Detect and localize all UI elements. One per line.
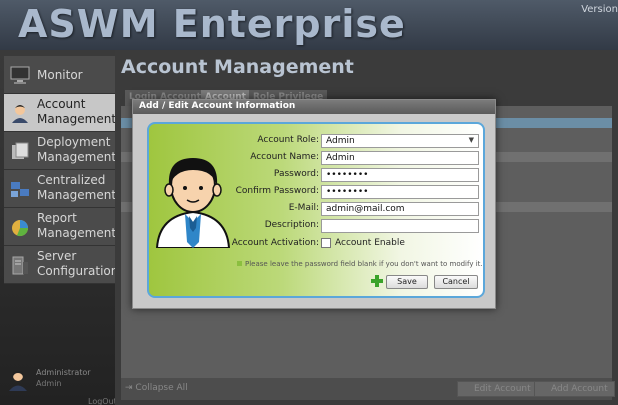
bullet-icon bbox=[237, 261, 242, 266]
account-name-field[interactable]: Admin bbox=[321, 151, 479, 165]
account-name-row: Account Name: Admin bbox=[209, 151, 479, 166]
avatar bbox=[9, 370, 27, 391]
version-label: Version bbox=[581, 4, 618, 15]
list-footer: ⇥ Collapse All Edit Account Add Account bbox=[121, 378, 615, 400]
sidebar-item-server-configuration[interactable]: Server Configuration bbox=[4, 246, 119, 284]
sidebar-item-report-management[interactable]: Report Management bbox=[4, 208, 117, 246]
password-row: Password: •••••••• bbox=[209, 168, 479, 183]
cancel-button[interactable]: Cancel bbox=[434, 275, 478, 289]
sidebar-item-deployment-management[interactable]: Deployment Management bbox=[4, 132, 117, 170]
sidebar-item-label: Account Management bbox=[37, 97, 117, 126]
account-activation-row: Account Activation: Account Enable bbox=[209, 237, 479, 252]
account-enable-checkbox[interactable] bbox=[321, 238, 331, 248]
user-name: Administrator bbox=[36, 368, 91, 377]
logout-link[interactable]: LogOut bbox=[88, 397, 117, 405]
sidebar-item-label: Centralized Management bbox=[37, 173, 117, 202]
email-label: E-Mail: bbox=[288, 203, 319, 213]
password-label: Password: bbox=[273, 169, 319, 179]
collapse-all-button[interactable]: ⇥ Collapse All bbox=[125, 383, 188, 393]
account-dialog: Add / Edit Account Information Account R… bbox=[132, 99, 496, 309]
account-role-row: Account Role: Admin ▼ bbox=[209, 134, 479, 149]
sidebar-item-label: Server Configuration bbox=[37, 249, 119, 278]
sidebar-item-centralized-management[interactable]: Centralized Management bbox=[4, 170, 117, 208]
account-role-select[interactable]: Admin ▼ bbox=[321, 134, 479, 148]
password-hint: Please leave the password field blank if… bbox=[237, 260, 483, 268]
sidebar-item-label: Monitor bbox=[37, 68, 83, 82]
centralized-icon bbox=[11, 182, 29, 197]
email-row: E-Mail: admin@mail.com bbox=[209, 202, 479, 217]
page-title: Account Management bbox=[121, 56, 354, 78]
dialog-title: Add / Edit Account Information bbox=[133, 100, 495, 114]
edit-account-button[interactable]: Edit Account bbox=[457, 381, 538, 397]
chevron-down-icon: ▼ bbox=[468, 136, 474, 144]
confirm-password-label: Confirm Password: bbox=[235, 186, 319, 196]
sidebar-item-monitor[interactable]: Monitor bbox=[4, 56, 115, 94]
sidebar-item-account-management[interactable]: Account Management bbox=[4, 94, 117, 132]
app-title: ASWM Enterprise bbox=[18, 2, 406, 46]
confirm-password-field[interactable]: •••••••• bbox=[321, 185, 479, 199]
sidebar: Monitor Account Management Deployment Mana… bbox=[0, 50, 119, 405]
user-icon bbox=[12, 105, 28, 123]
sidebar-item-label: Deployment Management bbox=[37, 135, 117, 164]
password-field[interactable]: •••••••• bbox=[321, 168, 479, 182]
sidebar-item-label: Report Management bbox=[37, 211, 117, 240]
app-header: ASWM Enterprise Version bbox=[0, 0, 618, 50]
report-icon bbox=[12, 220, 29, 237]
add-account-button[interactable]: Add Account bbox=[534, 381, 615, 397]
description-label: Description: bbox=[264, 220, 319, 230]
description-field[interactable] bbox=[321, 219, 479, 233]
account-form-panel: Account Role: Admin ▼ Account Name: Admi… bbox=[147, 122, 485, 298]
account-enable-label[interactable]: Account Enable bbox=[335, 238, 405, 248]
server-icon bbox=[12, 256, 28, 275]
plus-icon bbox=[371, 275, 383, 287]
description-row: Description: bbox=[209, 219, 479, 234]
save-button[interactable]: Save bbox=[386, 275, 428, 289]
deployment-icon bbox=[12, 142, 29, 159]
monitor-icon bbox=[10, 66, 30, 84]
confirm-password-row: Confirm Password: •••••••• bbox=[209, 185, 479, 200]
account-activation-label: Account Activation: bbox=[231, 238, 319, 248]
email-field[interactable]: admin@mail.com bbox=[321, 202, 479, 216]
account-name-label: Account Name: bbox=[250, 152, 319, 162]
account-role-label: Account Role: bbox=[257, 135, 319, 145]
user-role: Admin bbox=[36, 379, 62, 388]
